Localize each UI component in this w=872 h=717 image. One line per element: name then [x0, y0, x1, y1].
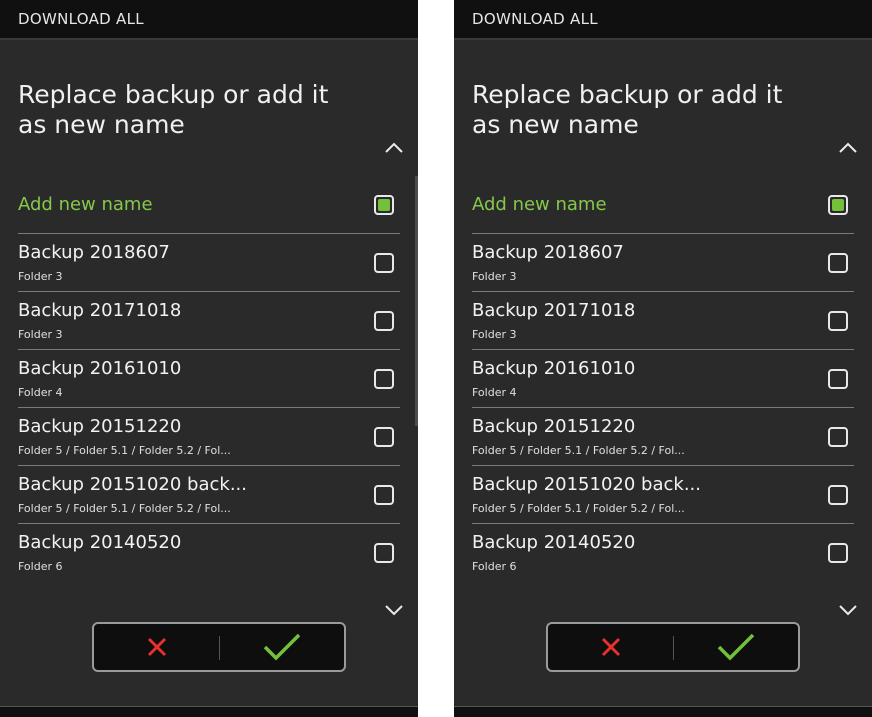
cancel-button[interactable]	[548, 624, 673, 670]
backup-folder: Folder 3	[18, 328, 63, 341]
backup-title: Backup 20171018	[18, 300, 182, 321]
backup-title: Backup 20151020 back...	[472, 474, 701, 495]
backup-item[interactable]: Backup 20161010 Folder 4	[472, 350, 854, 408]
backup-checkbox[interactable]	[374, 253, 394, 273]
backup-folder: Folder 3	[472, 328, 517, 341]
backup-checkbox[interactable]	[828, 311, 848, 331]
backup-list: Add new name Backup 2018607 Folder 3 Back…	[472, 176, 854, 582]
check-icon	[263, 633, 300, 661]
bottom-bar	[0, 706, 418, 717]
action-bar	[546, 622, 800, 672]
header-bar: DOWNLOAD ALL	[0, 0, 418, 40]
backup-checkbox[interactable]	[828, 485, 848, 505]
backup-title: Backup 20151020 back...	[18, 474, 247, 495]
backup-title: Backup 20161010	[18, 358, 182, 379]
backup-checkbox[interactable]	[374, 369, 394, 389]
chevron-down-icon[interactable]	[384, 604, 404, 616]
backup-folder: Folder 6	[472, 560, 517, 573]
chevron-up-icon[interactable]	[838, 142, 858, 154]
chevron-up-icon[interactable]	[384, 142, 404, 154]
list-scrollbar[interactable]	[415, 176, 418, 426]
cancel-button[interactable]	[94, 624, 219, 670]
dialog-panel-right: DOWNLOAD ALL Replace backup or add it as…	[454, 0, 872, 717]
header-title: DOWNLOAD ALL	[472, 10, 598, 28]
backup-item[interactable]: Backup 20151220 Folder 5 / Folder 5.1 / F…	[18, 408, 400, 466]
backup-item[interactable]: Backup 20171018 Folder 3	[18, 292, 400, 350]
backup-checkbox[interactable]	[828, 369, 848, 389]
backup-item[interactable]: Backup 20151220 Folder 5 / Folder 5.1 / F…	[472, 408, 854, 466]
backup-checkbox[interactable]	[828, 427, 848, 447]
backup-folder: Folder 5 / Folder 5.1 / Folder 5.2 / Fol…	[18, 444, 231, 457]
backup-item[interactable]: Backup 20140520 Folder 6	[472, 524, 854, 582]
backup-title: Backup 20161010	[472, 358, 636, 379]
backup-item[interactable]: Backup 20151020 back... Folder 5 / Folder…	[472, 466, 854, 524]
bottom-bar	[454, 706, 872, 717]
backup-checkbox[interactable]	[374, 543, 394, 563]
backup-title: Backup 2018607	[18, 242, 170, 263]
backup-checkbox[interactable]	[374, 485, 394, 505]
backup-title: Backup 2018607	[472, 242, 624, 263]
confirm-button[interactable]	[673, 624, 798, 670]
backup-folder: Folder 5 / Folder 5.1 / Folder 5.2 / Fol…	[472, 502, 685, 515]
backup-list: Add new name Backup 2018607 Folder 3 Back…	[18, 176, 400, 582]
add-new-name-checkbox[interactable]	[828, 195, 848, 215]
backup-checkbox[interactable]	[374, 427, 394, 447]
chevron-down-icon[interactable]	[838, 604, 858, 616]
backup-folder: Folder 5 / Folder 5.1 / Folder 5.2 / Fol…	[18, 502, 231, 515]
action-bar	[92, 622, 346, 672]
add-new-name-item[interactable]: Add new name	[472, 176, 854, 234]
backup-item[interactable]: Backup 20171018 Folder 3	[472, 292, 854, 350]
backup-item[interactable]: Backup 20140520 Folder 6	[18, 524, 400, 582]
close-icon	[601, 637, 620, 657]
check-icon	[717, 633, 754, 661]
dialog-panel-left: DOWNLOAD ALL Replace backup or add it as…	[0, 0, 418, 717]
backup-folder: Folder 3	[18, 270, 63, 283]
backup-checkbox[interactable]	[828, 543, 848, 563]
backup-title: Backup 20140520	[18, 532, 182, 553]
backup-item[interactable]: Backup 20151020 back... Folder 5 / Folder…	[18, 466, 400, 524]
dialog-heading: Replace backup or add it as new name	[18, 80, 329, 139]
backup-item[interactable]: Backup 2018607 Folder 3	[472, 234, 854, 292]
backup-checkbox[interactable]	[374, 311, 394, 331]
backup-checkbox[interactable]	[828, 253, 848, 273]
confirm-button[interactable]	[219, 624, 344, 670]
backup-title: Backup 20140520	[472, 532, 636, 553]
add-new-name-label: Add new name	[472, 194, 607, 215]
backup-item[interactable]: Backup 20161010 Folder 4	[18, 350, 400, 408]
backup-folder: Folder 3	[472, 270, 517, 283]
header-title: DOWNLOAD ALL	[18, 10, 144, 28]
backup-folder: Folder 6	[18, 560, 63, 573]
backup-item[interactable]: Backup 2018607 Folder 3	[18, 234, 400, 292]
backup-folder: Folder 5 / Folder 5.1 / Folder 5.2 / Fol…	[472, 444, 685, 457]
backup-title: Backup 20151220	[472, 416, 636, 437]
backup-folder: Folder 4	[472, 386, 517, 399]
close-icon	[147, 637, 166, 657]
add-new-name-label: Add new name	[18, 194, 153, 215]
backup-title: Backup 20171018	[472, 300, 636, 321]
header-bar: DOWNLOAD ALL	[454, 0, 872, 40]
dialog-heading: Replace backup or add it as new name	[472, 80, 783, 139]
add-new-name-checkbox[interactable]	[374, 195, 394, 215]
add-new-name-item[interactable]: Add new name	[18, 176, 400, 234]
backup-title: Backup 20151220	[18, 416, 182, 437]
backup-folder: Folder 4	[18, 386, 63, 399]
